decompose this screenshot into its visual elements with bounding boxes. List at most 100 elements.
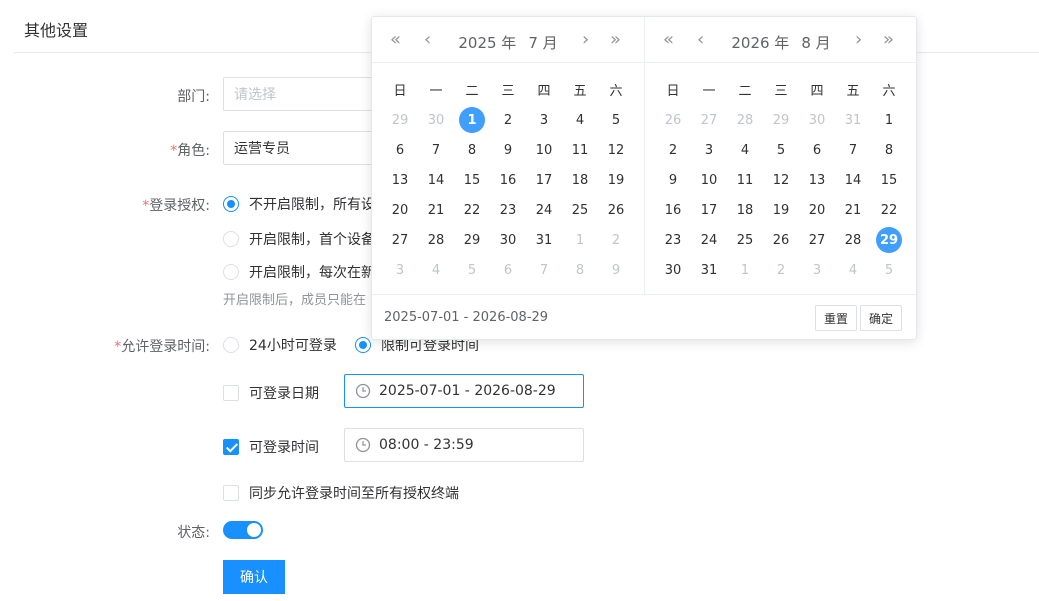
day-cell[interactable]: 4 xyxy=(835,255,871,285)
day-cell[interactable]: 28 xyxy=(835,225,871,255)
day-cell[interactable]: 5 xyxy=(763,135,799,165)
day-cell[interactable]: 3 xyxy=(382,255,418,285)
day-cell[interactable]: 5 xyxy=(598,105,634,135)
day-cell[interactable]: 20 xyxy=(382,195,418,225)
next-year-icon[interactable]: » xyxy=(883,31,894,49)
day-cell[interactable]: 14 xyxy=(835,165,871,195)
day-cell[interactable]: 11 xyxy=(562,135,598,165)
day-cell[interactable]: 17 xyxy=(526,165,562,195)
auth-option-1[interactable]: 开启限制，首个设备 xyxy=(223,229,375,249)
day-cell[interactable]: 28 xyxy=(418,225,454,255)
day-cell[interactable]: 5 xyxy=(454,255,490,285)
day-cell[interactable]: 9 xyxy=(655,165,691,195)
day-cell[interactable]: 20 xyxy=(799,195,835,225)
day-cell[interactable]: 4 xyxy=(727,135,763,165)
day-cell[interactable]: 11 xyxy=(727,165,763,195)
day-cell[interactable]: 5 xyxy=(871,255,907,285)
day-cell[interactable]: 7 xyxy=(835,135,871,165)
day-cell[interactable]: 26 xyxy=(598,195,634,225)
day-cell[interactable]: 28 xyxy=(727,105,763,135)
auth-option-0[interactable]: 不开启限制，所有设 xyxy=(223,194,375,214)
day-cell[interactable]: 27 xyxy=(382,225,418,255)
day-cell[interactable]: 1 xyxy=(562,225,598,255)
day-cell[interactable]: 18 xyxy=(562,165,598,195)
day-cell[interactable]: 29 xyxy=(382,105,418,135)
day-cell[interactable]: 30 xyxy=(490,225,526,255)
status-switch[interactable] xyxy=(223,521,263,539)
day-cell[interactable]: 3 xyxy=(526,105,562,135)
day-cell[interactable]: 30 xyxy=(799,105,835,135)
day-cell[interactable]: 25 xyxy=(727,225,763,255)
auth-option-2[interactable]: 开启限制，每次在新 xyxy=(223,262,375,282)
day-cell[interactable]: 2 xyxy=(763,255,799,285)
day-cell[interactable]: 21 xyxy=(835,195,871,225)
day-cell[interactable]: 26 xyxy=(763,225,799,255)
role-select[interactable]: 运营专员 xyxy=(223,131,383,165)
dept-select[interactable]: 请选择 xyxy=(223,77,383,111)
day-cell[interactable]: 15 xyxy=(454,165,490,195)
day-cell[interactable]: 13 xyxy=(799,165,835,195)
day-cell[interactable]: 31 xyxy=(835,105,871,135)
day-cell[interactable]: 2 xyxy=(598,225,634,255)
next-month-icon[interactable]: › xyxy=(855,31,862,49)
day-cell[interactable]: 30 xyxy=(418,105,454,135)
day-cell[interactable]: 4 xyxy=(418,255,454,285)
day-cell[interactable]: 16 xyxy=(655,195,691,225)
day-cell[interactable]: 21 xyxy=(418,195,454,225)
day-cell[interactable]: 9 xyxy=(598,255,634,285)
day-cell[interactable]: 18 xyxy=(727,195,763,225)
time-range-input[interactable]: 08:00 - 23:59 xyxy=(344,428,584,462)
day-cell[interactable]: 26 xyxy=(655,105,691,135)
confirm-button[interactable]: 确认 xyxy=(223,560,285,594)
day-cell[interactable]: 15 xyxy=(871,165,907,195)
day-cell[interactable]: 4 xyxy=(562,105,598,135)
day-cell[interactable]: 23 xyxy=(490,195,526,225)
day-cell[interactable]: 2 xyxy=(490,105,526,135)
day-cell[interactable]: 19 xyxy=(598,165,634,195)
day-cell[interactable]: 24 xyxy=(691,225,727,255)
day-cell[interactable]: 17 xyxy=(691,195,727,225)
day-cell[interactable]: 8 xyxy=(871,135,907,165)
day-cell[interactable]: 10 xyxy=(691,165,727,195)
day-cell[interactable]: 6 xyxy=(382,135,418,165)
day-cell[interactable]: 2 xyxy=(655,135,691,165)
day-cell[interactable]: 31 xyxy=(691,255,727,285)
day-cell[interactable]: 1 xyxy=(871,105,907,135)
day-cell[interactable]: 12 xyxy=(598,135,634,165)
day-cell[interactable]: 6 xyxy=(490,255,526,285)
day-cell[interactable]: 16 xyxy=(490,165,526,195)
day-cell[interactable]: 14 xyxy=(418,165,454,195)
time-range-checkbox[interactable]: 可登录时间 xyxy=(223,437,319,457)
sync-checkbox[interactable]: 同步允许登录时间至所有授权终端 xyxy=(223,483,459,503)
day-cell[interactable]: 7 xyxy=(526,255,562,285)
day-cell[interactable]: 12 xyxy=(763,165,799,195)
next-year-icon[interactable]: » xyxy=(610,31,621,49)
day-cell[interactable]: 27 xyxy=(691,105,727,135)
day-cell[interactable]: 8 xyxy=(562,255,598,285)
day-cell[interactable]: 6 xyxy=(799,135,835,165)
day-cell[interactable]: 22 xyxy=(454,195,490,225)
day-cell[interactable]: 7 xyxy=(418,135,454,165)
login-time-option-0[interactable]: 24小时可登录 xyxy=(223,335,337,355)
day-cell[interactable]: 23 xyxy=(655,225,691,255)
day-cell[interactable]: 29 xyxy=(454,225,490,255)
day-cell-selected[interactable]: 29 xyxy=(871,225,907,255)
day-cell[interactable]: 3 xyxy=(691,135,727,165)
day-cell[interactable]: 3 xyxy=(799,255,835,285)
day-cell-selected[interactable]: 1 xyxy=(454,105,490,135)
reset-button[interactable]: 重置 xyxy=(815,305,858,331)
day-cell[interactable]: 25 xyxy=(562,195,598,225)
next-month-icon[interactable]: › xyxy=(582,31,589,49)
day-cell[interactable]: 10 xyxy=(526,135,562,165)
day-cell[interactable]: 30 xyxy=(655,255,691,285)
day-cell[interactable]: 24 xyxy=(526,195,562,225)
day-cell[interactable]: 27 xyxy=(799,225,835,255)
ok-button[interactable]: 确定 xyxy=(860,305,903,331)
day-cell[interactable]: 1 xyxy=(727,255,763,285)
day-cell[interactable]: 19 xyxy=(763,195,799,225)
date-range-checkbox[interactable]: 可登录日期 xyxy=(223,383,319,403)
day-cell[interactable]: 9 xyxy=(490,135,526,165)
date-range-input[interactable]: 2025-07-01 - 2026-08-29 xyxy=(344,374,584,408)
day-cell[interactable]: 22 xyxy=(871,195,907,225)
day-cell[interactable]: 13 xyxy=(382,165,418,195)
